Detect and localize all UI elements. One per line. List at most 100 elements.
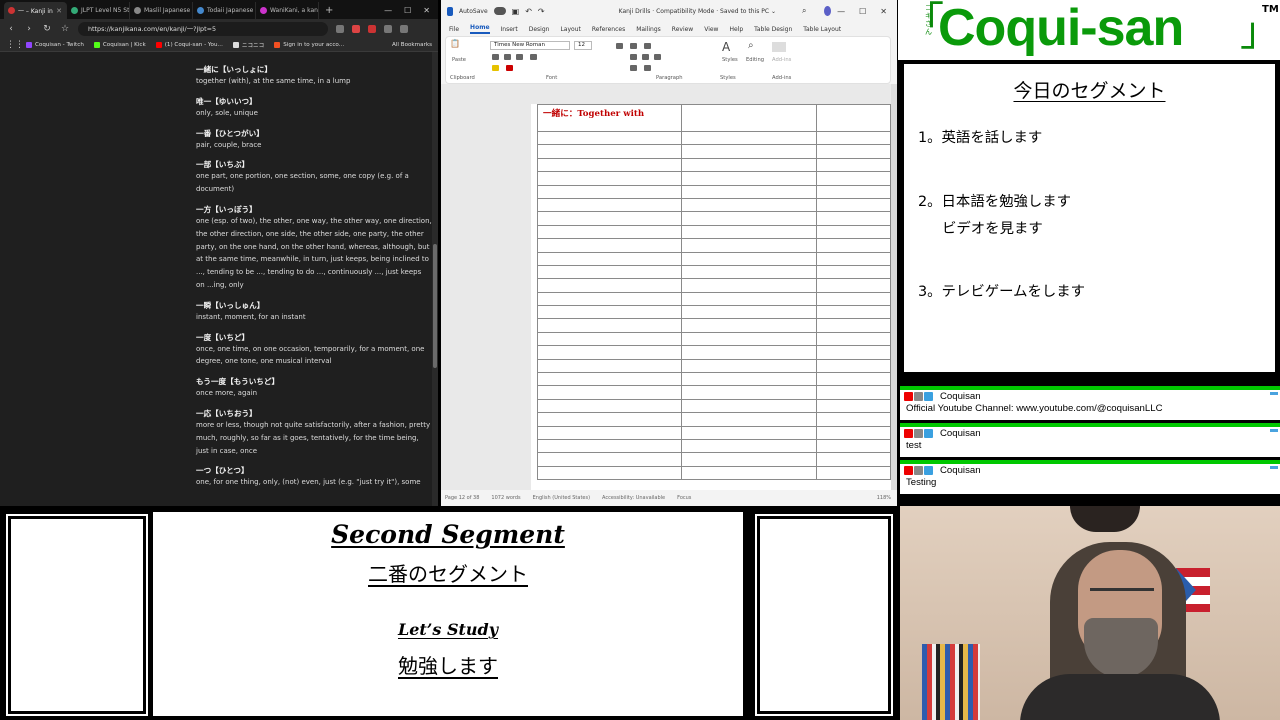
- table-cell[interactable]: [816, 331, 891, 347]
- table-cell[interactable]: [537, 224, 682, 240]
- table-cell[interactable]: [537, 130, 682, 146]
- ribbon-tab[interactable]: File: [449, 26, 459, 33]
- table-cell[interactable]: [680, 278, 818, 293]
- tab-jlpt[interactable]: JLPT Level N5 St✕: [67, 2, 130, 19]
- tab-wanikani[interactable]: WaniKani, a kan✕: [256, 2, 319, 19]
- table-cell[interactable]: [537, 345, 682, 360]
- bookmark-star-icon[interactable]: ☆: [60, 24, 70, 34]
- kanji-word[interactable]: 一番【ひとつがい】: [196, 128, 432, 139]
- table-cell[interactable]: [680, 144, 818, 159]
- tab-kanjikana[interactable]: 一 – Kanji in ✕: [4, 2, 67, 19]
- kanji-word[interactable]: 一応【いちおう】: [196, 408, 432, 419]
- kanji-word[interactable]: 一つ【ひとつ】: [196, 465, 432, 476]
- styles-button[interactable]: Styles: [722, 57, 738, 63]
- search-icon[interactable]: ⌕: [802, 6, 806, 16]
- table-cell[interactable]: [537, 318, 682, 333]
- table-cell[interactable]: [537, 197, 682, 213]
- paste-button[interactable]: Paste: [452, 57, 466, 63]
- table-heading-cell[interactable]: 一緒に：Together with: [537, 104, 682, 132]
- minimize-icon[interactable]: —: [384, 2, 392, 19]
- table-cell[interactable]: [816, 224, 891, 240]
- font-size-box[interactable]: 12: [574, 41, 592, 50]
- table-cell[interactable]: [816, 305, 891, 320]
- align-right-icon[interactable]: [654, 54, 661, 60]
- ribbon-tab[interactable]: Review: [672, 26, 693, 33]
- table-cell[interactable]: [680, 238, 818, 253]
- ribbon-tab[interactable]: References: [592, 26, 625, 33]
- table-cell[interactable]: [816, 465, 891, 481]
- language-status[interactable]: English (United States): [533, 495, 590, 501]
- table-cell[interactable]: [680, 318, 818, 333]
- table-cell[interactable]: [537, 385, 682, 400]
- table-cell[interactable]: [537, 465, 682, 481]
- all-bookmarks-button[interactable]: All Bookmarks: [392, 42, 438, 48]
- table-cell[interactable]: [816, 412, 891, 427]
- ribbon-tab[interactable]: Help: [729, 26, 743, 33]
- table-cell[interactable]: [816, 104, 891, 132]
- table-cell[interactable]: [537, 425, 682, 440]
- ribbon-tab[interactable]: Insert: [501, 26, 518, 33]
- table-cell[interactable]: [537, 372, 682, 387]
- extension-icon[interactable]: [368, 24, 376, 33]
- strikethrough-icon[interactable]: [530, 54, 537, 60]
- table-cell[interactable]: [816, 385, 891, 400]
- highlight-icon[interactable]: [492, 65, 499, 71]
- add-ins-icon[interactable]: [772, 42, 786, 52]
- bookmark-item[interactable]: Sign in to your acco...: [274, 41, 344, 48]
- table-cell[interactable]: [537, 171, 682, 186]
- kanji-word[interactable]: 一部【いちぶ】: [196, 159, 432, 170]
- table-cell[interactable]: [680, 197, 818, 213]
- undo-icon[interactable]: ↶: [525, 7, 532, 16]
- table-cell[interactable]: [680, 412, 818, 427]
- save-icon[interactable]: ▣: [512, 7, 520, 16]
- table-cell[interactable]: [816, 251, 891, 266]
- kanji-word[interactable]: 唯一【ゆいいつ】: [196, 96, 432, 107]
- table-cell[interactable]: [537, 331, 682, 347]
- paste-icon[interactable]: 📋: [450, 39, 460, 48]
- editing-button[interactable]: Editing: [746, 57, 764, 63]
- table-cell[interactable]: [537, 291, 682, 307]
- table-cell[interactable]: [816, 130, 891, 146]
- table-cell[interactable]: [816, 144, 891, 159]
- drill-table[interactable]: 一緒に：Together with: [537, 104, 891, 481]
- maximize-icon[interactable]: ☐: [404, 2, 411, 19]
- bookmark-item[interactable]: ニコニコ: [232, 41, 264, 49]
- editing-icon[interactable]: ⌕: [748, 40, 754, 51]
- table-cell[interactable]: [680, 452, 818, 467]
- ribbon-tab[interactable]: Mailings: [636, 26, 661, 33]
- table-cell[interactable]: [680, 171, 818, 186]
- numbering-icon[interactable]: [630, 43, 637, 49]
- table-cell[interactable]: [680, 465, 818, 481]
- extension-icon[interactable]: [400, 24, 408, 33]
- apps-icon[interactable]: ⋮⋮: [6, 40, 24, 50]
- table-cell[interactable]: [680, 372, 818, 387]
- table-cell[interactable]: [816, 171, 891, 186]
- kanji-word[interactable]: 一度【いちど】: [196, 332, 432, 343]
- table-cell[interactable]: [680, 331, 818, 347]
- add-ins-button[interactable]: Add-ins: [772, 57, 791, 63]
- table-cell[interactable]: [537, 251, 682, 266]
- bookmark-item[interactable]: (1) Coqui-san - You...: [155, 41, 223, 48]
- styles-icon[interactable]: A: [722, 40, 730, 54]
- table-cell[interactable]: [537, 278, 682, 293]
- table-cell[interactable]: [537, 412, 682, 427]
- table-cell[interactable]: [680, 358, 818, 374]
- shading-icon[interactable]: [630, 65, 637, 71]
- minimize-icon[interactable]: —: [837, 7, 845, 16]
- table-cell[interactable]: [680, 385, 818, 400]
- table-cell[interactable]: [680, 251, 818, 266]
- table-cell[interactable]: [816, 438, 891, 454]
- table-cell[interactable]: [537, 211, 682, 226]
- accessibility-status[interactable]: Accessibility: Unavailable: [602, 495, 665, 501]
- document-page[interactable]: 一緒に：Together with: [531, 104, 891, 494]
- table-cell[interactable]: [816, 452, 891, 467]
- kanji-word[interactable]: 一方【いっぽう】: [196, 204, 432, 215]
- reload-icon[interactable]: ↻: [42, 24, 52, 34]
- ribbon-tab[interactable]: Home: [470, 24, 490, 34]
- close-icon[interactable]: ✕: [880, 7, 887, 16]
- table-cell[interactable]: [816, 264, 891, 280]
- table-cell[interactable]: [816, 318, 891, 333]
- document-scrollbar[interactable]: [891, 84, 897, 490]
- document-title[interactable]: Kanji Drills · Compatibility Mode · Save…: [619, 8, 776, 15]
- close-tab-icon[interactable]: ✕: [56, 7, 62, 15]
